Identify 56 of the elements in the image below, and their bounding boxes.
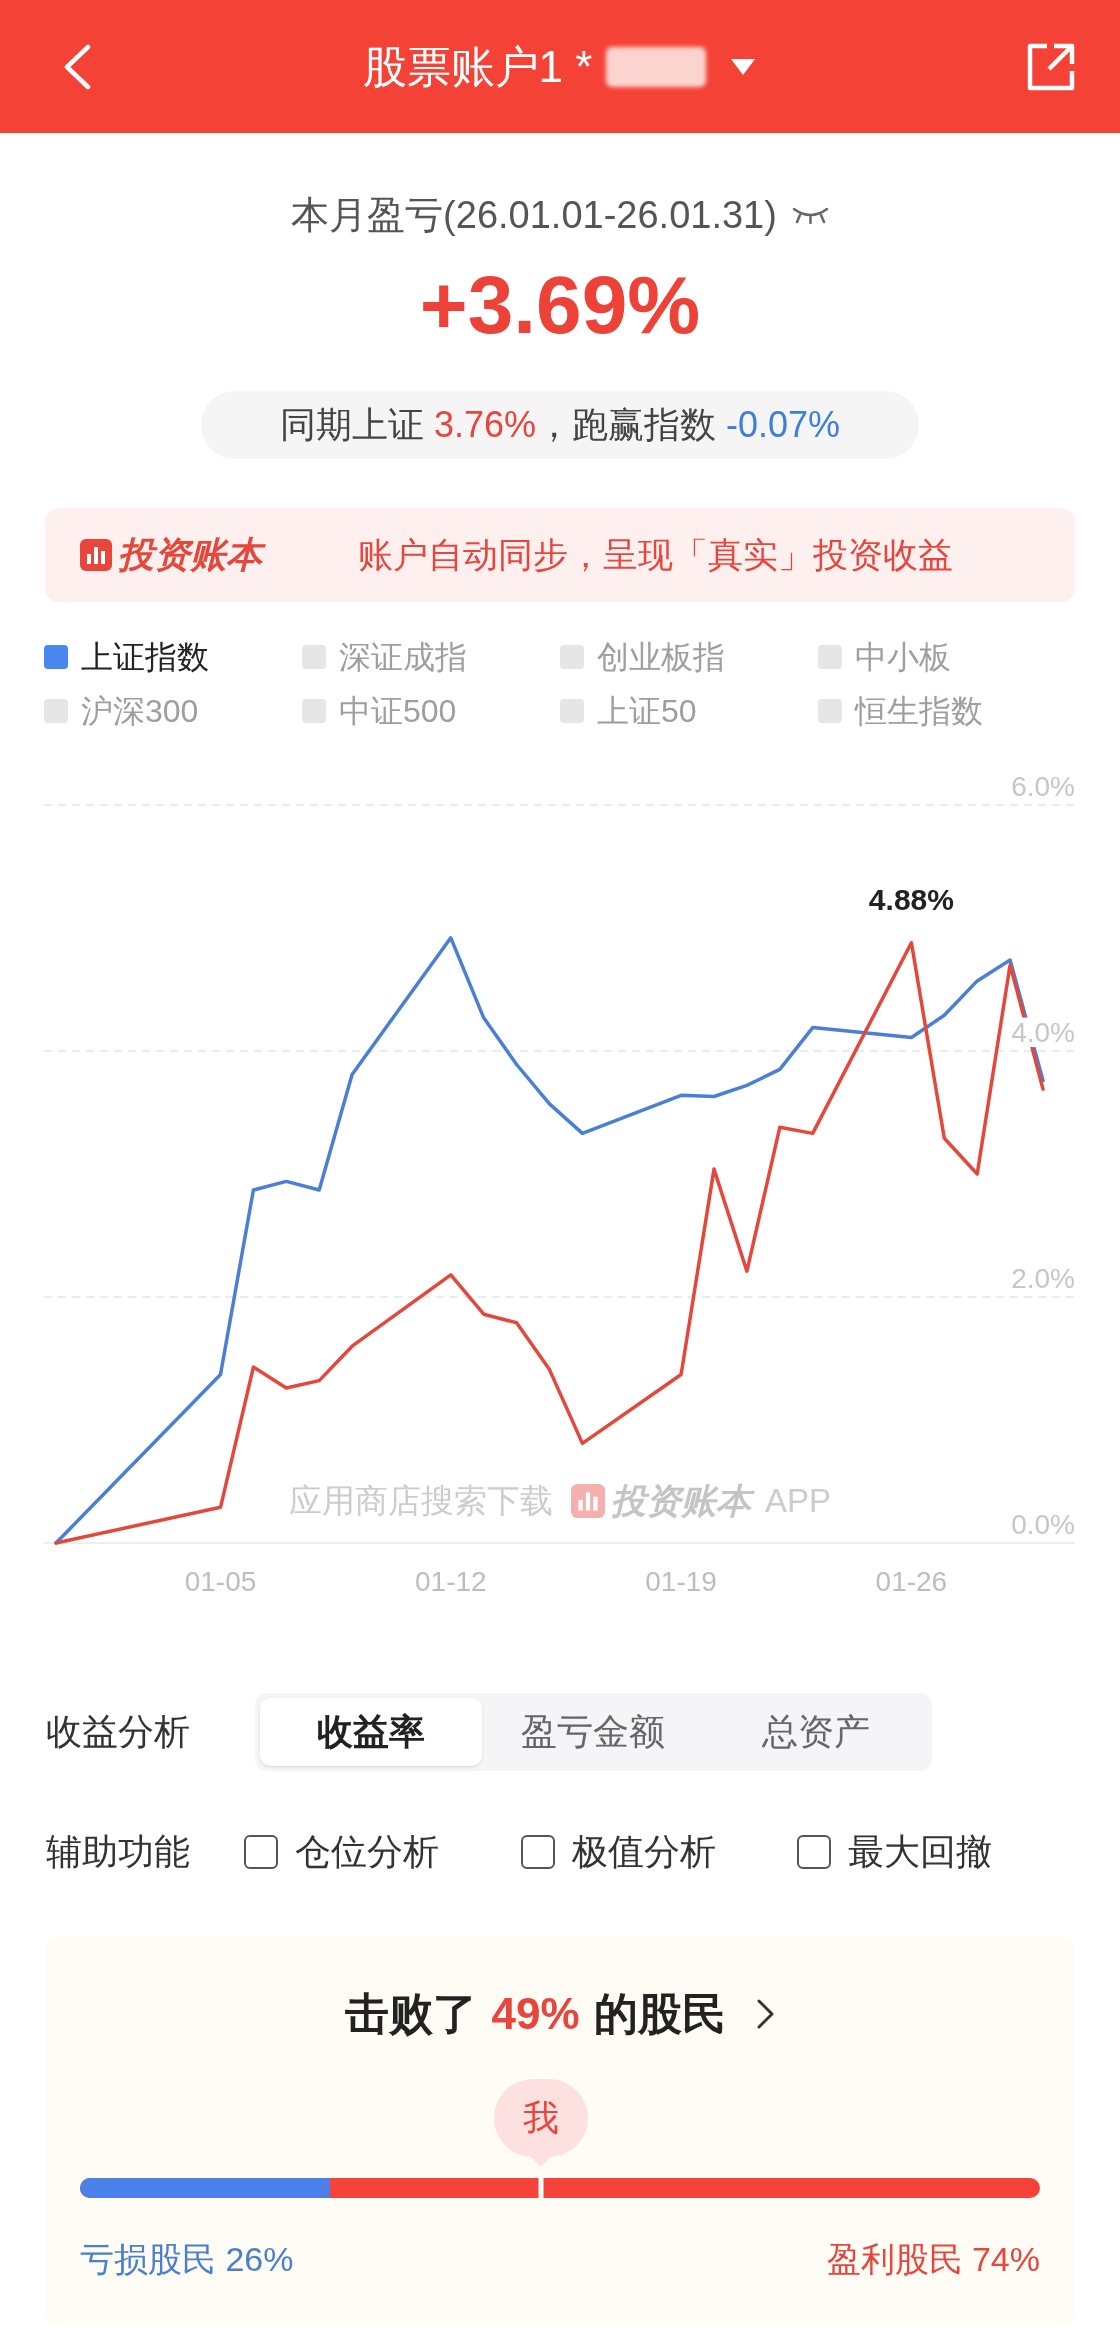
- y-axis-label: 4.0%: [1011, 1017, 1075, 1048]
- ranking-value: 49%: [491, 1988, 580, 2040]
- period-label: 本月盈亏(26.01.01-26.01.31): [291, 193, 777, 238]
- legend-item[interactable]: 中小板: [818, 630, 1076, 684]
- tab[interactable]: 收益率: [260, 1698, 483, 1766]
- comparison-label: 同期上证: [279, 403, 424, 447]
- legend-marker-icon: [302, 645, 326, 669]
- legend-item[interactable]: 创业板指: [560, 630, 818, 684]
- gain-share-label: 盈利股民 74%: [826, 2239, 1040, 2280]
- peak-value-label: 4.88%: [868, 882, 954, 916]
- checkbox[interactable]: [797, 1835, 832, 1869]
- tools-label: 辅助功能: [46, 1830, 191, 1874]
- legend-item[interactable]: 深证成指: [302, 630, 560, 684]
- ranking-title: 的股民: [593, 1988, 726, 2040]
- x-axis-label: 01-26: [875, 1566, 948, 1597]
- legend-item[interactable]: 中证500: [302, 684, 560, 738]
- caret-down-icon[interactable]: [731, 58, 756, 75]
- ranking-title: 击败了: [345, 1988, 478, 2040]
- y-axis-label: 2.0%: [1011, 1263, 1075, 1294]
- legend-marker-icon: [44, 699, 68, 723]
- back-icon[interactable]: [63, 43, 91, 90]
- share-icon[interactable]: [1027, 42, 1075, 91]
- comparison-label: ，跑赢指数: [536, 403, 716, 447]
- checkbox-label[interactable]: 极值分析: [572, 1830, 716, 1874]
- return-value: +3.69%: [419, 260, 701, 350]
- y-axis-label: 0.0%: [1011, 1509, 1075, 1540]
- tab[interactable]: 总资产: [704, 1698, 927, 1766]
- checkbox[interactable]: [244, 1835, 279, 1869]
- x-axis-label: 01-05: [184, 1566, 257, 1597]
- analysis-label: 收益分析: [46, 1710, 191, 1754]
- logo-icon: [80, 539, 112, 571]
- legend-marker-icon: [560, 645, 584, 669]
- legend-item[interactable]: 上证指数: [44, 630, 302, 684]
- legend-marker-icon: [44, 645, 68, 669]
- x-axis-label: 01-12: [415, 1566, 487, 1597]
- account-title[interactable]: 股票账户1 *: [362, 38, 593, 95]
- logo-icon: [570, 1484, 605, 1518]
- checkbox-label[interactable]: 仓位分析: [295, 1830, 440, 1874]
- comparison-value: -0.07%: [726, 403, 841, 447]
- x-axis-label: 01-19: [645, 1566, 717, 1597]
- legend-item[interactable]: 沪深300: [44, 684, 302, 738]
- banner-message: 账户自动同步，呈现「真实」投资收益: [358, 534, 953, 576]
- legend-marker-icon: [818, 645, 842, 669]
- tab[interactable]: 盈亏金额: [482, 1698, 705, 1766]
- y-axis-label: 6.0%: [1011, 771, 1075, 802]
- legend-marker-icon: [560, 699, 584, 723]
- legend-item[interactable]: 上证50: [560, 684, 818, 738]
- comparison-value: 3.76%: [433, 403, 536, 447]
- chevron-right-icon[interactable]: [755, 1999, 775, 2029]
- loss-share-label: 亏损股民 26%: [80, 2239, 294, 2280]
- legend-item[interactable]: 恒生指数: [818, 684, 1076, 738]
- legend-marker-icon: [302, 699, 326, 723]
- legend-marker-icon: [818, 699, 842, 723]
- eye-closed-icon[interactable]: [791, 206, 829, 224]
- checkbox[interactable]: [521, 1835, 555, 1869]
- checkbox-label[interactable]: 最大回撤: [848, 1830, 993, 1874]
